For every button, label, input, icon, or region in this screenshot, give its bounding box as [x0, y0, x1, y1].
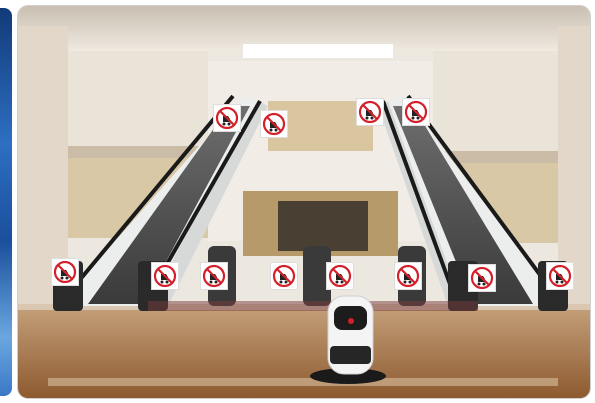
sign-lower-4: [270, 262, 298, 290]
mall-escalator-photo: [18, 6, 590, 398]
sign-lower-3: [200, 262, 228, 290]
sign-upper-right-2: [402, 98, 430, 126]
no-stroller-icon: [202, 264, 226, 288]
sign-lower-5: [326, 262, 354, 290]
sign-lower-8: [546, 262, 574, 290]
sign-lower-7: [468, 264, 496, 292]
adjacent-photo-edge: [0, 8, 12, 396]
no-stroller-icon: [53, 260, 77, 284]
sign-lower-6: [394, 262, 422, 290]
no-stroller-icon: [358, 100, 382, 124]
sign-upper-right-1: [356, 98, 384, 126]
scene-illustration: [18, 6, 590, 398]
sign-lower-1: [51, 258, 79, 286]
sign-upper-left-1: [213, 104, 241, 132]
no-stroller-icon: [215, 106, 239, 130]
no-stroller-icon: [153, 264, 177, 288]
no-stroller-icon: [396, 264, 420, 288]
no-stroller-icon: [262, 112, 286, 136]
no-stroller-icon: [404, 100, 428, 124]
sign-lower-2: [151, 262, 179, 290]
no-stroller-icon: [272, 264, 296, 288]
no-stroller-icon: [328, 264, 352, 288]
no-stroller-icon: [470, 266, 494, 290]
no-stroller-icon: [548, 264, 572, 288]
sign-upper-left-2: [260, 110, 288, 138]
skylight: [243, 44, 393, 58]
